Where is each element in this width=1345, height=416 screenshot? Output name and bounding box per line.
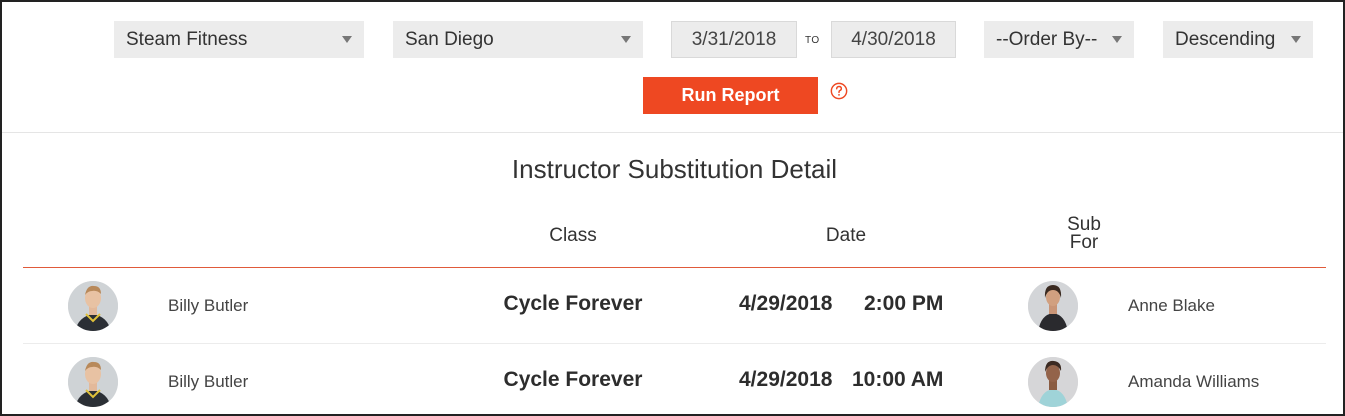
location-select-value: San Diego	[405, 28, 494, 50]
instructor-name: Billy Butler	[168, 296, 249, 315]
sub-for-name: Anne Blake	[1128, 296, 1215, 315]
column-header-date: Date	[825, 225, 867, 246]
avatar	[1028, 357, 1078, 407]
class-time: 2:00 PM	[864, 292, 944, 315]
class-date: 4/29/2018	[739, 292, 833, 315]
end-date-input[interactable]: 4/30/2018	[831, 21, 956, 58]
filter-divider	[2, 132, 1343, 133]
sort-direction-select[interactable]: Descending	[1163, 21, 1313, 58]
studio-select[interactable]: Steam Fitness	[114, 21, 364, 58]
sort-direction-select-value: Descending	[1175, 28, 1276, 50]
help-icon[interactable]	[830, 82, 848, 100]
chevron-down-icon	[621, 36, 631, 43]
chevron-down-icon	[1112, 36, 1122, 43]
chevron-down-icon	[342, 36, 352, 43]
avatar	[1028, 281, 1078, 331]
column-header-for-line: For	[1069, 232, 1099, 253]
order-by-select-value: --Order By--	[996, 28, 1098, 50]
class-date: 4/29/2018	[739, 368, 833, 391]
class-time: 10:00 AM	[852, 368, 944, 391]
order-by-select[interactable]: --Order By--	[984, 21, 1134, 58]
location-select[interactable]: San Diego	[393, 21, 643, 58]
instructor-name: Billy Butler	[168, 372, 249, 391]
report-window: Steam Fitness San Diego 3/31/2018 TO 4/3…	[0, 0, 1345, 416]
report-title: Instructor Substitution Detail	[511, 154, 838, 184]
class-name: Cycle Forever	[503, 292, 643, 315]
row-divider	[23, 343, 1326, 344]
studio-select-value: Steam Fitness	[126, 28, 248, 50]
avatar	[68, 281, 118, 331]
start-date-input[interactable]: 3/31/2018	[671, 21, 797, 58]
chevron-down-icon	[1291, 36, 1301, 43]
column-header-sub-for: Sub For	[1052, 215, 1116, 253]
header-rule	[23, 267, 1326, 268]
run-report-button[interactable]: Run Report	[643, 77, 818, 114]
column-header-class: Class	[549, 225, 597, 246]
class-name: Cycle Forever	[503, 368, 643, 391]
date-range-to-label: TO	[805, 35, 820, 46]
avatar	[68, 357, 118, 407]
sub-for-name: Amanda Williams	[1128, 372, 1260, 391]
